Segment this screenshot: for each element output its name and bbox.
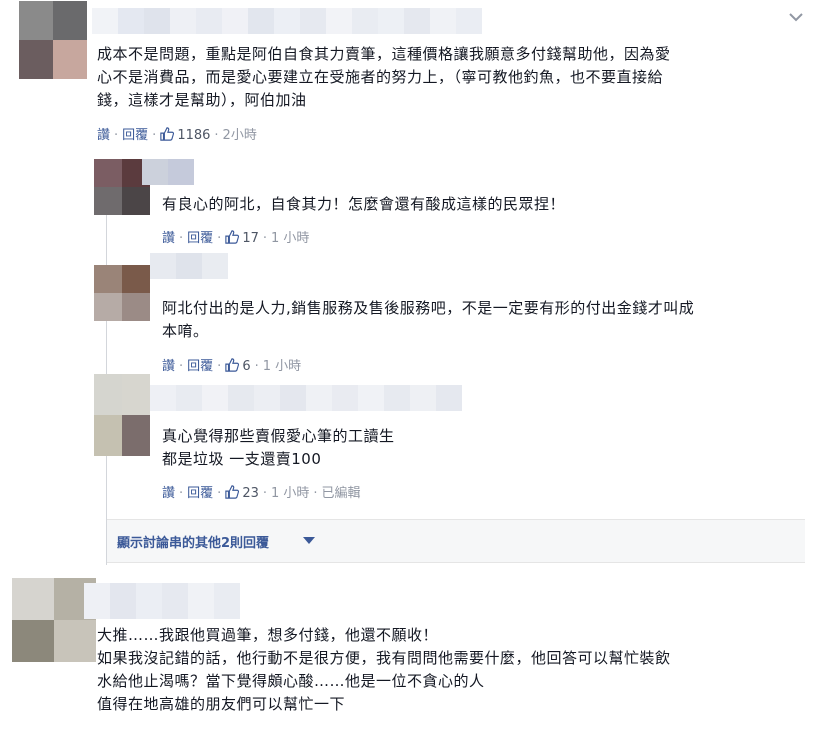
comment-text: 真心覺得那些賣假愛心筆的工讀生 都是垃圾 一支還賣100	[162, 427, 395, 468]
commenter-name[interactable]	[150, 385, 462, 411]
edited-label[interactable]: 已編輯	[322, 486, 361, 501]
avatar[interactable]	[94, 374, 150, 456]
reply-button[interactable]: 回覆	[187, 486, 213, 501]
comment-actions: 讚 · 回覆 · 23 · 1 小時 · 已編輯	[162, 485, 361, 501]
like-button[interactable]: 讚	[162, 359, 175, 374]
like-count[interactable]: 6	[242, 359, 250, 374]
comment-text: 阿北付出的是人力,銷售服務及售後服務吧，不是一定要有形的付出金錢才叫成 本唷。	[162, 299, 695, 340]
reply-button[interactable]: 回覆	[187, 359, 213, 374]
timestamp[interactable]: 1 小時	[271, 231, 309, 246]
show-more-replies-button[interactable]: 顯示討論串的其他2則回覆	[107, 519, 805, 563]
comment-actions: 讚 · 回覆 · 17 · 1 小時	[162, 230, 310, 246]
thumbs-up-icon[interactable]	[225, 358, 240, 372]
commenter-name[interactable]	[84, 583, 240, 619]
comment-actions: 讚 · 回覆 · 1186 · 2小時	[97, 127, 257, 143]
commenter-name[interactable]	[92, 8, 482, 34]
avatar[interactable]	[19, 1, 87, 79]
like-count[interactable]: 1186	[177, 128, 210, 143]
like-count[interactable]: 17	[242, 231, 259, 246]
commenter-name[interactable]	[142, 159, 194, 185]
timestamp[interactable]: 1 小時	[263, 359, 301, 374]
timestamp[interactable]: 1 小時	[271, 486, 309, 501]
comment-text: 成本不是問題，重點是阿伯自食其力賣筆，這種價格讓我願意多付錢幫助他，因為愛 心不…	[97, 45, 671, 109]
like-button[interactable]: 讚	[162, 231, 175, 246]
more-replies-label[interactable]: 顯示討論串的其他2則回覆	[117, 532, 269, 551]
like-count[interactable]: 23	[242, 486, 259, 501]
comment-actions: 讚 · 回覆 · 6 · 1 小時	[162, 358, 302, 374]
thread-line	[106, 160, 107, 565]
caret-down-icon	[303, 537, 315, 544]
comment-text: 大推……我跟他買過筆，想多付錢，他還不願收！ 如果我沒記錯的話，他行動不是很方便…	[97, 626, 671, 713]
reply-button[interactable]: 回覆	[187, 231, 213, 246]
timestamp[interactable]: 2小時	[223, 128, 257, 143]
thumbs-up-icon[interactable]	[225, 485, 240, 499]
avatar[interactable]	[94, 265, 150, 321]
like-button[interactable]: 讚	[162, 486, 175, 501]
like-button[interactable]: 讚	[97, 128, 110, 143]
thumbs-up-icon[interactable]	[160, 127, 175, 141]
commenter-name[interactable]	[150, 253, 228, 279]
comment-text: 有良心的阿北，自食其力！怎麼會還有酸成這樣的民眾捏！	[162, 195, 566, 213]
reply-button[interactable]: 回覆	[122, 128, 148, 143]
thumbs-up-icon[interactable]	[225, 230, 240, 244]
chevron-down-icon[interactable]	[785, 6, 807, 28]
